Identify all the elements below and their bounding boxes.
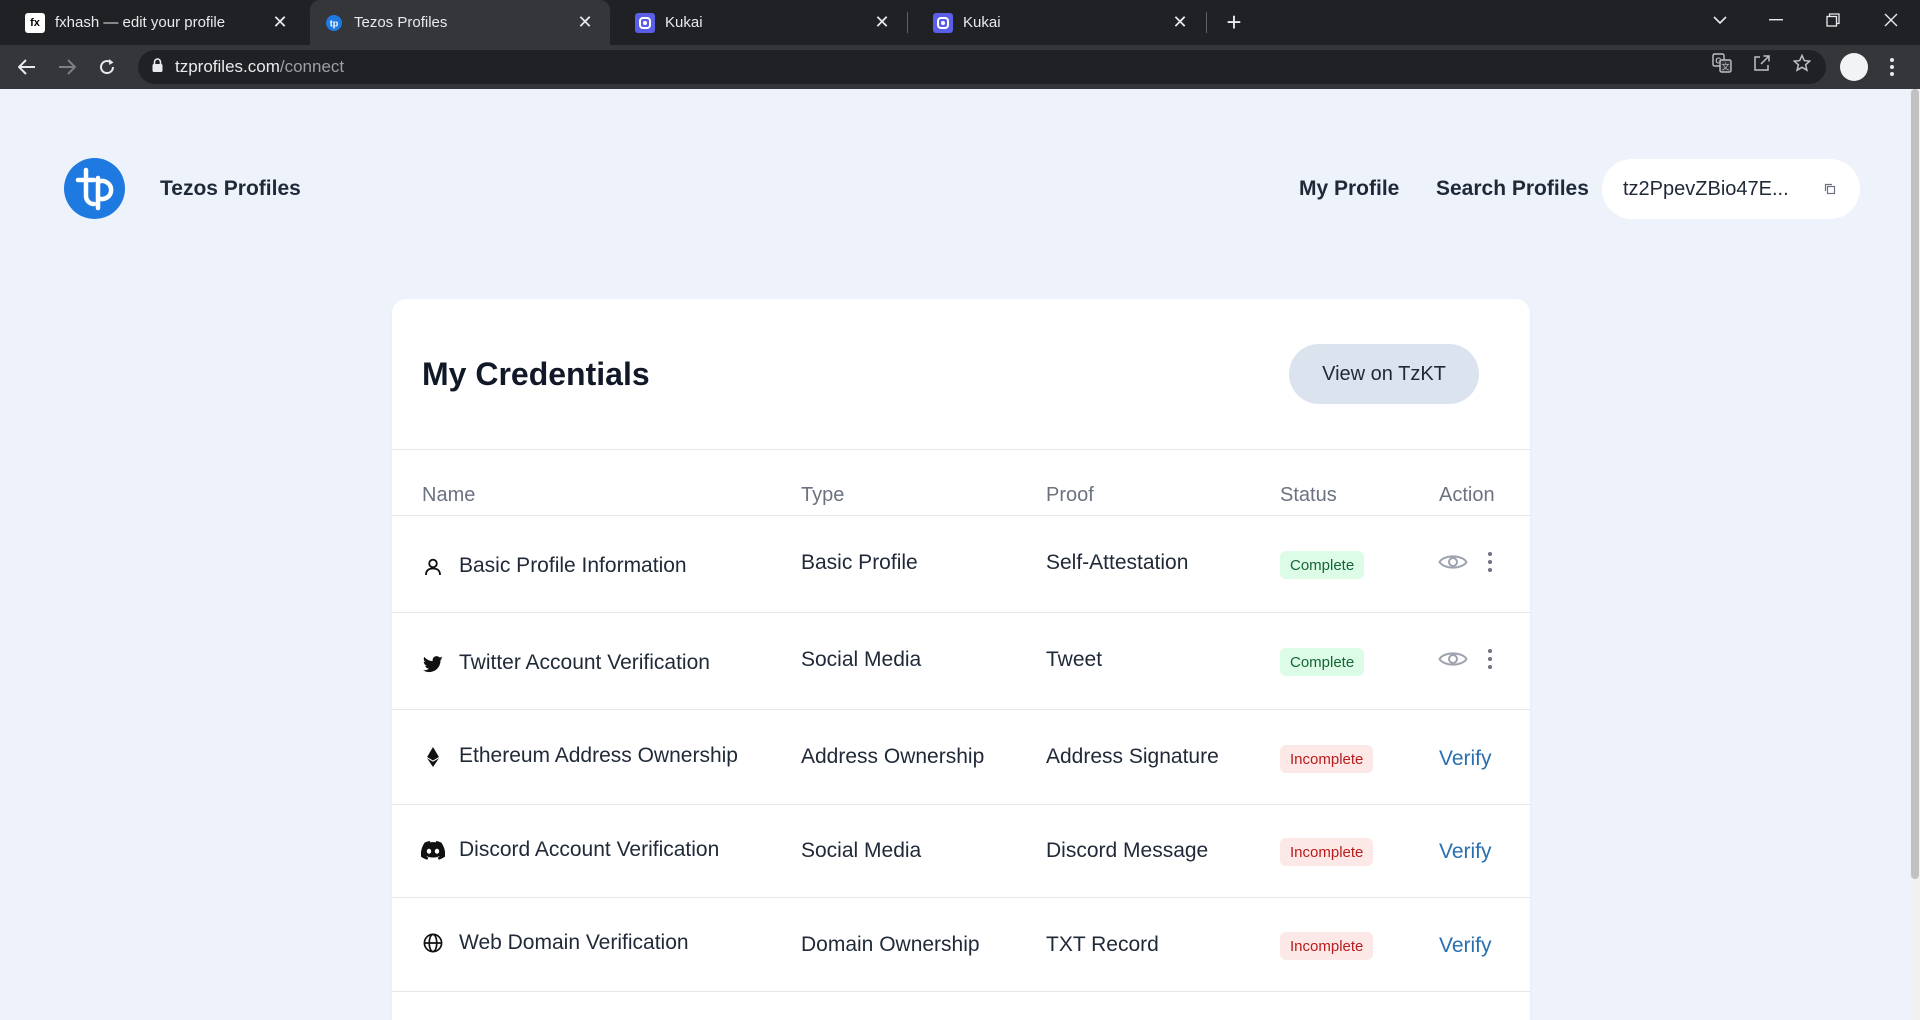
eye-icon[interactable] [1437,643,1469,675]
column-header-name: Name [422,484,476,506]
divider [392,804,1530,805]
more-options-kebab-icon[interactable] [1484,550,1496,574]
verify-ethereum-link[interactable]: Verify [1439,747,1492,771]
tab-close-icon[interactable]: ✕ [1169,12,1191,34]
divider [392,515,1530,516]
tab-close-icon[interactable]: ✕ [574,12,596,34]
credential-type: Address Ownership [801,745,985,768]
tab-title: Kukai [963,14,1001,31]
page-scrollbar-thumb[interactable] [1911,89,1919,879]
kukai-favicon-icon [635,12,655,33]
column-header-action: Action [1439,484,1495,506]
credential-proof: Self-Attestation [1046,551,1189,574]
tab-title: fxhash — edit your profile [55,14,226,31]
divider [392,709,1530,710]
svg-text:tp: tp [330,18,339,28]
browser-tab-strip: fx fxhash — edit your profile ✕ tp Tezos… [0,0,1920,45]
tezos-profiles-logo[interactable] [64,158,125,219]
restore-button[interactable] [1813,0,1853,40]
status-badge: Incomplete [1280,932,1374,960]
browser-menu-kebab-icon[interactable] [1882,56,1902,78]
divider [392,897,1530,898]
tab-separator [1206,12,1207,33]
nav-search-profiles[interactable]: Search Profiles [1436,177,1589,201]
brand-name[interactable]: Tezos Profiles [160,177,301,201]
wallet-address: tz2PpevZBio47E... [1623,177,1789,200]
close-window-button[interactable] [1871,0,1911,40]
lock-icon [152,57,163,77]
share-icon[interactable] [1751,52,1773,74]
status-badge: Incomplete [1280,838,1374,866]
credential-type: Domain Ownership [801,933,980,956]
page-content: Tezos Profiles My Profile Search Profile… [0,89,1920,1020]
divider [392,991,1530,992]
ethereum-icon [422,746,444,768]
url-input[interactable]: tzprofiles.com/connect [138,50,1826,84]
credential-proof: Address Signature [1046,745,1219,768]
tab-kukai-2[interactable]: Kukai ✕ [908,0,1205,45]
tab-title: Tezos Profiles [354,14,448,31]
credential-type: Basic Profile [801,551,918,574]
nav-my-profile[interactable]: My Profile [1299,177,1399,201]
person-icon [422,556,444,578]
forward-arrow-icon[interactable] [52,52,82,82]
fxhash-favicon-icon: fx [25,12,45,33]
svg-text:文: 文 [1722,62,1730,72]
credential-name: Basic Profile Information [459,554,687,577]
credential-name: Discord Account Verification [459,838,720,861]
credential-name: Web Domain Verification [459,931,689,954]
profile-avatar[interactable] [1840,53,1868,81]
tab-tezos-profiles[interactable]: tp Tezos Profiles ✕ [310,0,610,45]
status-badge: Incomplete [1280,745,1374,773]
url-host: tzprofiles.com [175,57,280,76]
divider [392,449,1530,450]
verify-web-domain-link[interactable]: Verify [1439,934,1492,958]
status-badge: Complete [1280,551,1365,579]
credentials-card: My Credentials View on TzKT Name Type Pr… [392,299,1530,1020]
reload-icon[interactable] [92,52,122,82]
discord-icon [420,839,446,861]
eye-icon[interactable] [1437,546,1469,578]
credential-proof: Tweet [1046,648,1103,671]
bookmark-star-icon[interactable] [1791,52,1813,74]
tezos-profiles-favicon-icon: tp [324,13,344,33]
wallet-address-pill[interactable]: tz2PpevZBio47E... [1602,159,1860,219]
credentials-title: My Credentials [422,356,650,392]
divider [392,612,1530,613]
minimize-button[interactable] [1756,0,1796,40]
tab-kukai-1[interactable]: Kukai ✕ [610,0,907,45]
globe-icon [422,932,444,954]
address-bar: tzprofiles.com/connect G文 [0,45,1920,89]
column-header-status: Status [1280,484,1337,506]
translate-icon[interactable]: G文 [1711,52,1733,74]
tab-close-icon[interactable]: ✕ [871,12,893,34]
credential-name: Twitter Account Verification [459,651,710,674]
kukai-favicon-icon [933,12,953,33]
more-options-kebab-icon[interactable] [1484,647,1496,671]
credential-proof: Discord Message [1046,839,1209,862]
back-arrow-icon[interactable] [12,52,42,82]
tab-close-icon[interactable]: ✕ [269,12,291,34]
tab-title: Kukai [665,14,703,31]
tab-fxhash[interactable]: fx fxhash — edit your profile ✕ [0,0,305,45]
status-badge: Complete [1280,648,1365,676]
url-path: /connect [279,57,345,76]
column-header-proof: Proof [1046,484,1094,506]
twitter-icon [422,653,444,675]
credential-type: Social Media [801,648,922,671]
credential-name: Ethereum Address Ownership [459,744,738,767]
credential-proof: TXT Record [1046,933,1159,956]
view-on-tzkt-button[interactable]: View on TzKT [1289,344,1479,404]
verify-discord-link[interactable]: Verify [1439,840,1492,864]
copy-icon[interactable] [1824,182,1836,200]
credential-type: Social Media [801,839,922,862]
tab-search-chevron-down-icon[interactable] [1700,0,1740,40]
column-header-type: Type [801,484,845,506]
new-tab-button[interactable]: + [1218,6,1250,38]
